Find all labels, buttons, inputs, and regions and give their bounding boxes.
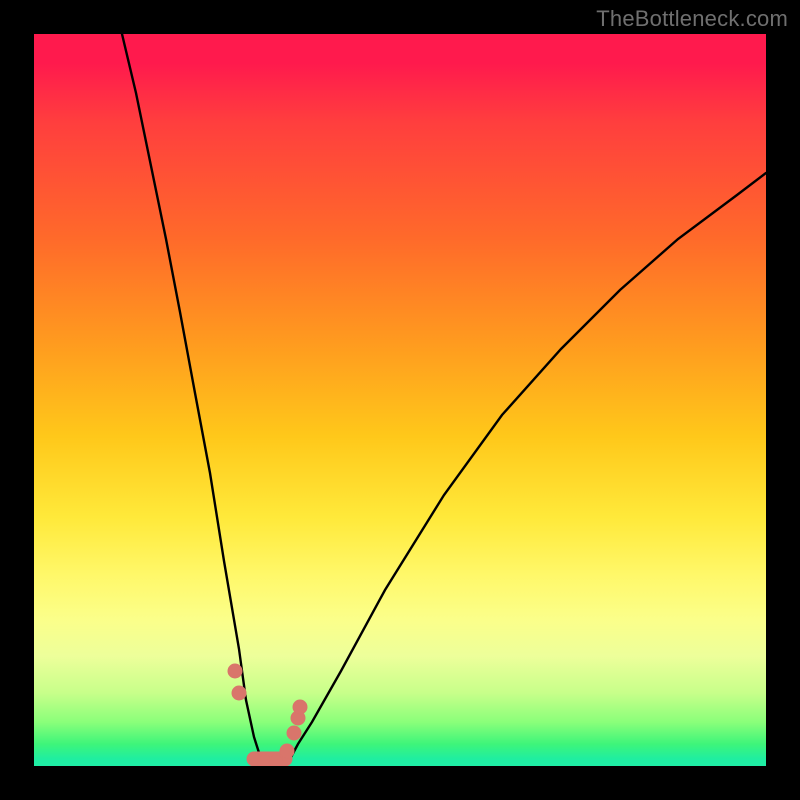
plot-area bbox=[34, 34, 766, 766]
bottleneck-curve bbox=[122, 34, 766, 766]
watermark-text: TheBottleneck.com bbox=[596, 6, 788, 32]
chart-svg bbox=[34, 34, 766, 766]
chart-frame: TheBottleneck.com bbox=[0, 0, 800, 800]
